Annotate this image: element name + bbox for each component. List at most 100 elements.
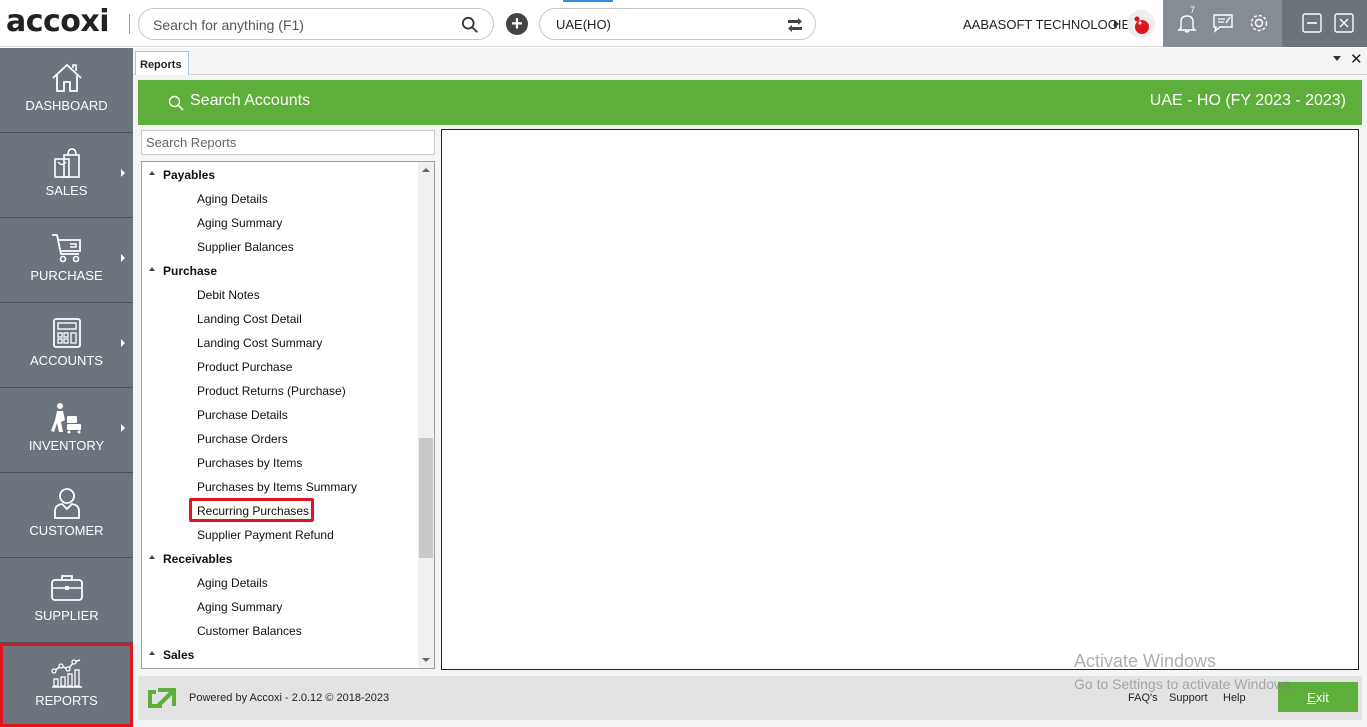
tree-item[interactable]: Customer Balances [142, 619, 418, 643]
tree-label: Purchase Details [197, 408, 288, 422]
reports-tree: Payables Aging Details Aging Summary Suppli… [141, 161, 435, 669]
bell-icon[interactable] [1176, 12, 1198, 34]
tree-item[interactable]: Landing Cost Summary [142, 331, 418, 355]
tree-group[interactable]: Sales [142, 643, 418, 667]
tree-label: Landing Cost Detail [197, 312, 302, 326]
calculator-icon [53, 318, 81, 348]
search-reports[interactable] [141, 130, 435, 155]
sidebar-item-accounts[interactable]: ACCOUNTS [0, 303, 133, 388]
sidebar-item-supplier[interactable]: SUPPLIER [0, 558, 133, 643]
branch-selector[interactable]: UAE(HO) [539, 8, 816, 40]
sidebar-item-purchase[interactable]: PURCHASE [0, 218, 133, 303]
inventory-icon [51, 403, 81, 434]
tree-scrollbar[interactable] [418, 162, 434, 668]
exit-mnemonic: E [1307, 689, 1316, 705]
briefcase-icon [51, 575, 83, 601]
close-tab-icon[interactable]: ✕ [1350, 50, 1363, 68]
toolbar-icons [1163, 0, 1282, 47]
tree-label: Aging Summary [197, 600, 283, 614]
search-icon[interactable] [461, 16, 479, 34]
support-link[interactable]: Support [1169, 692, 1208, 704]
highlight-box [189, 498, 314, 522]
scroll-down-icon[interactable] [422, 658, 430, 662]
collapse-caret-icon[interactable] [149, 651, 155, 655]
window-controls [1282, 0, 1367, 47]
tab-dropdown-icon[interactable] [1333, 56, 1341, 61]
help-link[interactable]: Help [1223, 692, 1246, 704]
tree-item[interactable]: Purchases by Items Summary [142, 475, 418, 499]
scroll-up-icon[interactable] [422, 168, 430, 172]
tree-item[interactable]: Landing Cost Detail [142, 307, 418, 331]
collapse-caret-icon[interactable] [149, 267, 155, 271]
reports-header: Search Accounts UAE - HO (FY 2023 - 2023… [138, 80, 1362, 125]
tree-item[interactable]: Aging Summary [142, 211, 418, 235]
gear-icon[interactable] [1248, 12, 1270, 34]
accoxi-logo: accoxi [6, 4, 110, 39]
sidebar-label: CUSTOMER [29, 523, 104, 538]
tree-label: Customer Balances [197, 624, 302, 638]
tab-reports[interactable]: Reports [135, 51, 189, 75]
sidebar-item-dashboard[interactable]: DASHBOARD [0, 48, 133, 133]
tree-group[interactable]: Receivables [142, 547, 418, 571]
search-accounts-button[interactable]: Search Accounts [190, 92, 310, 110]
tree-label: Purchases by Items Summary [197, 480, 358, 494]
tree-item[interactable]: Debit Notes [142, 283, 418, 307]
tree-item[interactable]: Supplier Balances [142, 235, 418, 259]
tree-label: Debit Notes [197, 288, 260, 302]
tree-item[interactable]: Supplier Payment Refund [142, 523, 418, 547]
tree-item[interactable]: Product Returns (Purchase) [142, 379, 418, 403]
tree-item[interactable]: Purchase Orders [142, 427, 418, 451]
sidebar-label: INVENTORY [28, 438, 105, 453]
sidebar-label: PURCHASE [30, 268, 103, 283]
tree-group[interactable]: Payables [142, 163, 418, 187]
report-preview-area [441, 129, 1359, 670]
tree-item[interactable]: Purchases by Items [142, 451, 418, 475]
user-avatar[interactable] [1127, 10, 1155, 38]
active-indicator [563, 0, 613, 2]
sidebar-item-customer[interactable]: CUSTOMER [0, 473, 133, 558]
tab-bar-divider [133, 74, 1367, 75]
caret-right-icon[interactable] [1114, 20, 1119, 28]
exit-label: xit [1315, 689, 1329, 705]
company-name[interactable]: AABASOFT TECHNOLOGIES [963, 17, 1139, 32]
search-reports-input[interactable] [142, 131, 434, 154]
sidebar-label: DASHBOARD [25, 98, 108, 113]
close-window-icon[interactable] [1333, 12, 1355, 34]
tree-item[interactable]: Aging Summary [142, 595, 418, 619]
cart-icon [52, 234, 81, 263]
tree-item[interactable]: Aging Details [142, 571, 418, 595]
tree-group[interactable]: Purchase [142, 259, 418, 283]
minimize-icon[interactable] [1301, 12, 1323, 34]
tree-label: Purchases by Items [197, 456, 303, 470]
activate-windows-subtitle: Go to Settings to activate Windows. [1074, 676, 1295, 692]
tree-label: Supplier Balances [197, 240, 294, 254]
tree-item[interactable]: Product Purchase [142, 355, 418, 379]
tree-label: Supplier Payment Refund [197, 528, 334, 542]
global-search[interactable] [138, 8, 494, 40]
shopping-bag-icon [54, 148, 80, 178]
tree-label: Aging Summary [197, 216, 283, 230]
search-icon[interactable] [168, 95, 184, 111]
tree-item[interactable]: Aging Details [142, 187, 418, 211]
accoxi-footer-logo [148, 688, 176, 708]
collapse-caret-icon[interactable] [149, 555, 155, 559]
refresh-icon[interactable] [785, 15, 805, 35]
scroll-thumb[interactable] [419, 438, 433, 558]
global-search-input[interactable] [153, 15, 453, 35]
tree-label: Product Purchase [197, 360, 293, 374]
tree-label: Aging Details [197, 192, 268, 206]
collapse-caret-icon[interactable] [149, 171, 155, 175]
tree-item[interactable]: Purchase Details [142, 403, 418, 427]
sidebar-label: REPORTS [35, 693, 98, 708]
tree-label: Purchase Orders [197, 432, 288, 446]
sidebar-label: SUPPLIER [34, 608, 99, 623]
sidebar-item-inventory[interactable]: INVENTORY [0, 388, 133, 473]
expand-arrow-icon [121, 424, 125, 432]
faqs-link[interactable]: FAQ's [1128, 692, 1158, 704]
sidebar-item-sales[interactable]: SALES [0, 133, 133, 218]
sidebar-item-reports[interactable]: REPORTS [0, 643, 133, 727]
add-new-button[interactable]: + [506, 13, 528, 35]
sidebar: DASHBOARD SALES PURCHASE ACCOUNTS INVENT… [0, 48, 133, 727]
message-icon[interactable] [1212, 12, 1234, 34]
powered-by-text: Powered by Accoxi - 2.0.12 © 2018-2023 [189, 692, 390, 704]
